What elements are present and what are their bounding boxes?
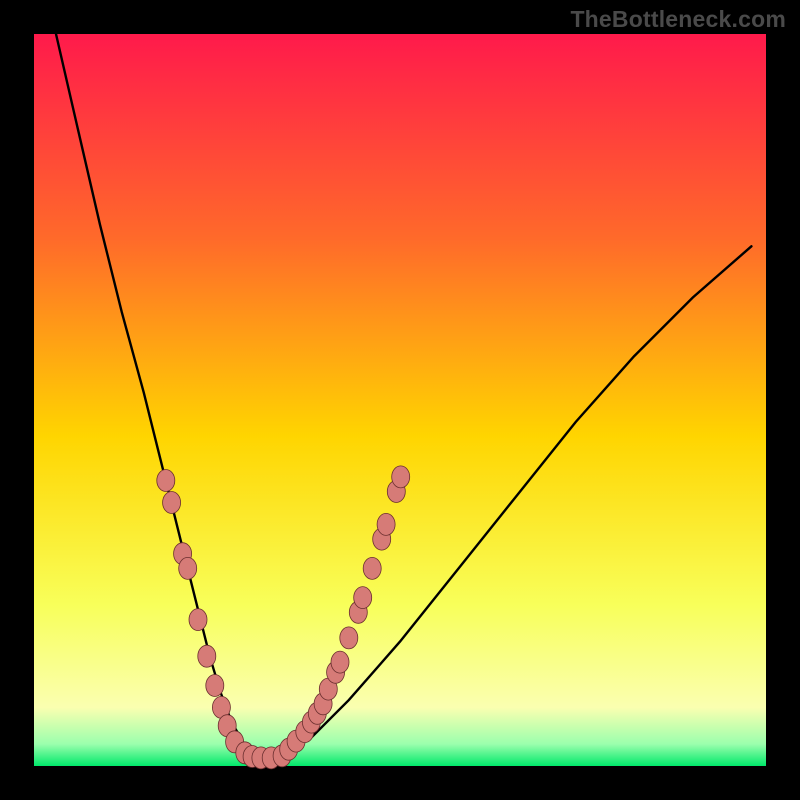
highlight-dot (179, 557, 197, 579)
highlight-dot (157, 470, 175, 492)
chart-svg (0, 0, 800, 800)
highlight-dot (363, 557, 381, 579)
highlight-dot (377, 513, 395, 535)
highlight-dot (206, 675, 224, 697)
highlight-dot (392, 466, 410, 488)
chart-frame: { "watermark": "TheBottleneck.com", "col… (0, 0, 800, 800)
highlight-dot (163, 492, 181, 514)
highlight-dot (331, 651, 349, 673)
plot-background (34, 34, 766, 766)
highlight-dot (340, 627, 358, 649)
highlight-dot (354, 587, 372, 609)
highlight-dot (189, 609, 207, 631)
highlight-dot (198, 645, 216, 667)
